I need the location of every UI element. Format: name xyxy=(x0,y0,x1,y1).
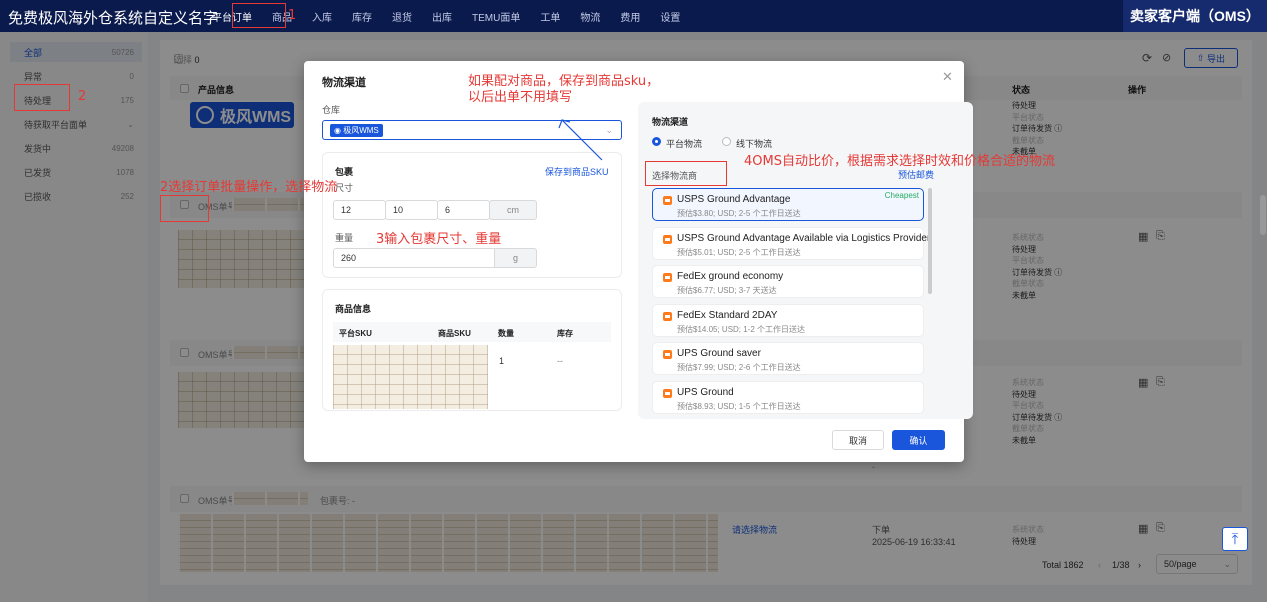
brand-name: 免费极风海外仓系统自定义名字 xyxy=(8,9,219,27)
save-to-sku-link[interactable]: 保存到商品SKU xyxy=(545,165,609,178)
carrier-detail: 预估$8.93; USD; 1-5 个工作日送达 xyxy=(677,402,801,411)
annotation-compare: 4OMS自动比价，根据需求选择时效和价格合适的物流 xyxy=(744,154,1055,169)
annotation-1: 1 xyxy=(288,8,297,23)
back-to-top-icon[interactable]: ⤒ xyxy=(1222,527,1248,551)
nav-item-9[interactable]: 费用 xyxy=(620,9,640,24)
estimate-postage-link[interactable]: 预估邮费 xyxy=(898,168,934,181)
carrier-detail: 预估$3.80; USD; 2-5 个工作日送达 xyxy=(677,209,801,218)
carrier-detail: 预估$14.05; USD; 1-2 个工作日送达 xyxy=(677,324,806,334)
goods-col-platform-sku: 平台SKU xyxy=(339,329,372,338)
annotation-batch: 2选择订单批量操作，选择物流 xyxy=(160,180,338,195)
carrier-icon xyxy=(663,311,672,321)
height-input[interactable]: 6 xyxy=(437,200,490,220)
annotation-arrow xyxy=(558,119,603,161)
nav-item-3[interactable]: 库存 xyxy=(352,9,372,24)
annotation-box-checkbox xyxy=(160,195,209,222)
carrier-icon xyxy=(663,234,672,244)
size-label: 尺寸 xyxy=(335,183,354,193)
length-input[interactable]: 12 xyxy=(333,200,386,220)
cheapest-badge: Cheapest xyxy=(884,191,919,200)
goods-stock: -- xyxy=(557,356,563,366)
carrier-detail: 预估$5.01; USD; 2-5 个工作日送达 xyxy=(677,247,801,257)
nav-item-5[interactable]: 出库 xyxy=(432,9,452,24)
goods-qty: 1 xyxy=(499,356,505,366)
goods-title: 商品信息 xyxy=(335,304,372,314)
nav-item-2[interactable]: 入库 xyxy=(312,9,332,24)
carrier-name: USPS Ground Advantage xyxy=(677,194,791,205)
carrier-option[interactable]: UPS Ground 预估$8.93; USD; 1-5 个工作日送达 xyxy=(652,381,924,414)
warehouse-value: 极风WMS xyxy=(343,125,379,135)
nav-item-10[interactable]: 设置 xyxy=(660,9,680,24)
goods-col-stock: 库存 xyxy=(557,329,573,338)
nav-item-6[interactable]: TEMU面单 xyxy=(472,9,520,24)
goods-row-image xyxy=(333,345,488,409)
cancel-button[interactable]: 取消 xyxy=(832,430,884,450)
top-bar: 免费极风海外仓系统自定义名字 平台订单 商品 入库 库存 退货 出库 TEMU面单 工单 物流费… xyxy=(0,0,1267,32)
carrier-option[interactable]: FedEx ground economy 预估$6.77; USD; 3-7 天送… xyxy=(652,265,924,299)
annotation-sku: 如果配对商品，保存到商品sku， 以后出单不用填写 xyxy=(468,74,660,105)
carrier-name: FedEx Standard 2DAY xyxy=(677,309,778,321)
close-icon[interactable]: ✕ xyxy=(942,69,953,85)
carrier-detail: 预估$6.77; USD; 3-7 天送达 xyxy=(677,286,777,296)
width-input[interactable]: 10 xyxy=(385,200,438,220)
annotation-2: 2 xyxy=(78,89,87,104)
annotation-size: 3输入包裹尺寸、重量 xyxy=(376,232,502,247)
carrier-detail: 预估$7.99; USD; 2-6 个工作日送达 xyxy=(677,363,801,373)
goods-card: 商品信息 平台SKU 商品SKU 数量 库存 1 -- xyxy=(322,289,622,411)
dialog-title: 物流渠道 xyxy=(322,77,366,89)
radio-offline-label: 线下物流 xyxy=(736,139,773,149)
warehouse-logo-icon: ◉ xyxy=(334,125,344,135)
weight-unit: g xyxy=(494,248,537,268)
annotation-box-carrier xyxy=(645,161,727,186)
goods-col-qty: 数量 xyxy=(498,329,514,338)
carrier-option[interactable]: USPS Ground Advantage 预估$3.80; USD; 2-5 个… xyxy=(652,188,924,221)
chevron-down-icon: ⌄ xyxy=(605,124,613,135)
weight-label: 重量 xyxy=(335,233,354,243)
carrier-name: UPS Ground saver xyxy=(677,348,761,360)
carrier-name: USPS Ground Advantage Available via Logi… xyxy=(677,232,931,244)
radio-platform-label: 平台物流 xyxy=(666,139,703,149)
carrier-option[interactable]: USPS Ground Advantage Available via Logi… xyxy=(652,226,930,260)
carrier-icon xyxy=(663,389,672,398)
options-scrollbar[interactable] xyxy=(928,188,932,294)
nav-item-4[interactable]: 退货 xyxy=(392,9,412,24)
channel-title: 物流渠道 xyxy=(652,117,689,127)
annotation-box-pending xyxy=(14,84,70,111)
oms-title: 卖家客户端（OMS） xyxy=(1123,0,1267,32)
package-card: 包裹 尺寸 保存到商品SKU 12 10 6 cm 重量 260 g xyxy=(322,152,622,278)
goods-col-sku: 商品SKU xyxy=(438,329,471,338)
size-unit: cm xyxy=(489,200,537,220)
nav-item-8[interactable]: 物流 xyxy=(580,9,600,24)
carrier-icon xyxy=(663,196,672,205)
package-title: 包裹 xyxy=(335,167,354,177)
carrier-option[interactable]: UPS Ground saver 预估$7.99; USD; 2-6 个工作日送达 xyxy=(652,342,924,376)
radio-offline[interactable] xyxy=(722,137,731,146)
page-scrollbar[interactable] xyxy=(1260,195,1266,235)
carrier-option[interactable]: FedEx Standard 2DAY 预估$14.05; USD; 1-2 个工… xyxy=(652,303,924,337)
carrier-name: UPS Ground xyxy=(677,387,734,398)
carrier-name: FedEx ground economy xyxy=(677,271,784,283)
warehouse-logo: ◉ 极风WMS xyxy=(330,123,383,137)
confirm-button[interactable]: 确认 xyxy=(892,430,945,450)
nav-item-7[interactable]: 工单 xyxy=(540,9,560,24)
weight-input[interactable]: 260 xyxy=(333,248,495,268)
carrier-icon xyxy=(663,350,672,360)
annotation-box-nav xyxy=(232,3,286,28)
carrier-icon xyxy=(663,273,672,283)
warehouse-label: 仓库 xyxy=(322,105,341,115)
radio-platform[interactable] xyxy=(652,137,661,146)
logistics-dialog: 物流渠道 ✕ 仓库 ◉ 极风WMS ⌄ 包裹 尺寸 保存到商品SKU 12 10… xyxy=(304,61,973,462)
